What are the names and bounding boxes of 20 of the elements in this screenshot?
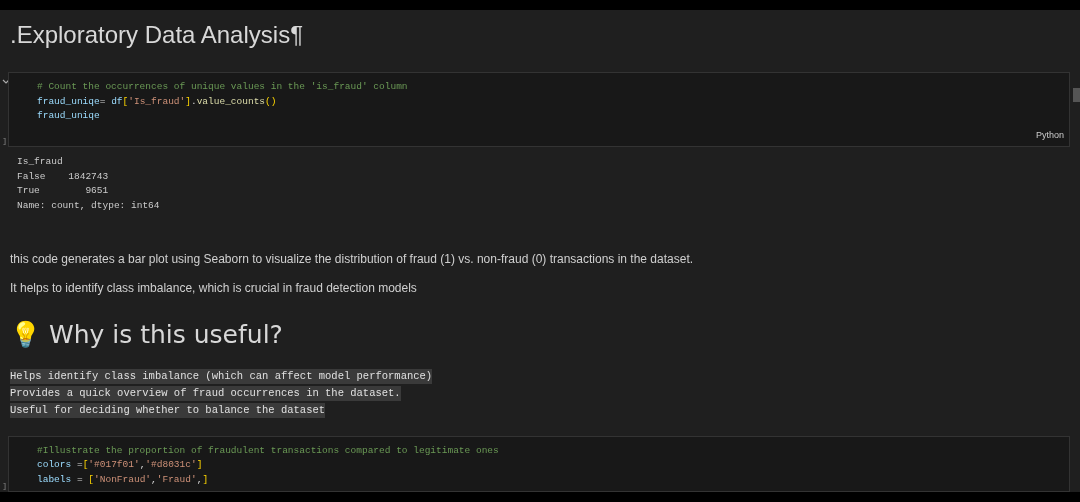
code-line: fraud_uniqe	[37, 109, 100, 123]
output-line: Is_fraud	[17, 155, 63, 169]
output-line: Name: count, dtype: int64	[17, 198, 160, 213]
markdown-paragraph: It helps to identify class imbalance, which is crucial in fraud detection models	[10, 280, 417, 296]
code-cell[interactable]: # Count the occurrences of unique values in the 'is_fraud' column fraud_uniqe= df['Is_fraud'].value_counts() fraud_uniqe Python	[8, 72, 1070, 147]
output-line: False 1842743	[17, 169, 109, 184]
markdown-paragraph: this code generates a bar plot using Seaborn to visualize the distribution of fraud (1) vs. non-fraud (0) transactions in the dataset.	[10, 251, 694, 267]
execution-count: ]	[2, 482, 7, 490]
code-line: # Count the occurrences of unique values in the 'is_fraud' column	[37, 80, 408, 94]
code-line: labels = ['NonFraud','Fraud',]	[37, 472, 209, 487]
notebook-heading: .Exploratory Data Analysis¶	[10, 21, 304, 49]
code-cell[interactable]: #Illustrate the proportion of fraudulent transactions compared to legitimate ones colors =['#017f01','#d8031c'] labels = ['NonFraud','Fraud',]	[8, 435, 1070, 492]
scrollbar-thumb[interactable]	[1073, 88, 1080, 102]
code-line: fraud_uniqe= df['Is_fraud'].value_counts()	[37, 94, 277, 109]
output-line: True 9651	[17, 184, 109, 198]
code-line: #Illustrate the proportion of fraudulent transactions compared to legitimate ones	[37, 443, 499, 458]
code-line: colors =['#017f01','#d8031c']	[37, 458, 203, 472]
section-heading: 💡 Why is this useful?	[10, 319, 283, 351]
language-label[interactable]: Python	[1035, 128, 1064, 142]
execution-count: ]	[2, 137, 7, 145]
